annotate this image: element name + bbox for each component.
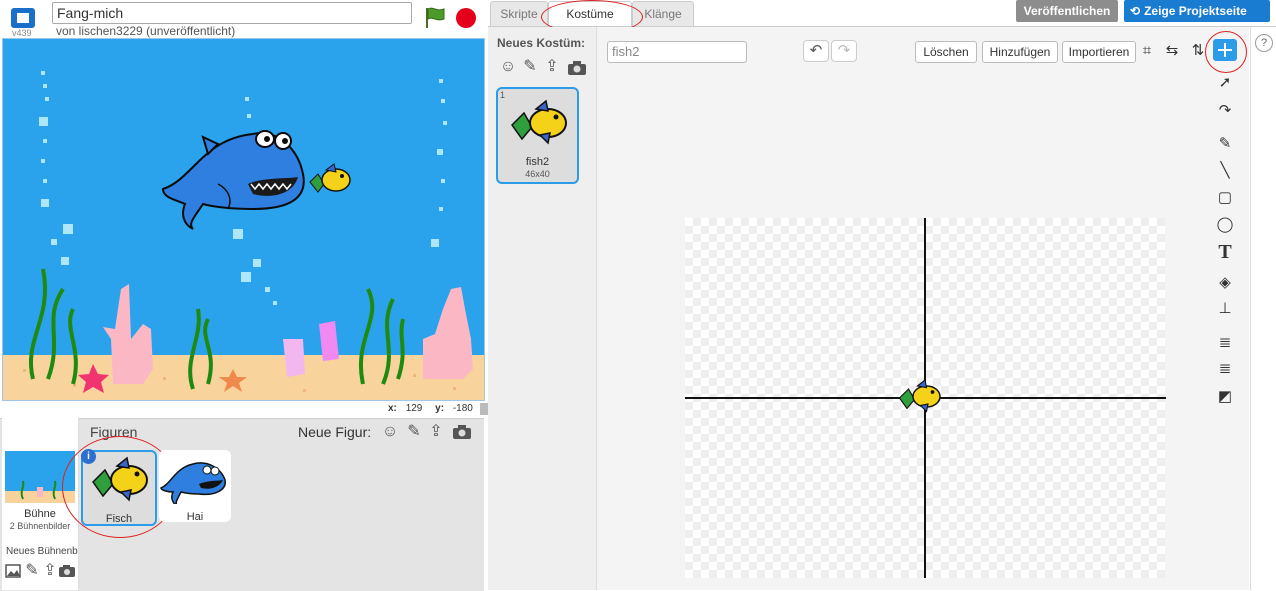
y-label: y: <box>435 403 445 414</box>
y-value: -180 <box>452 403 473 414</box>
new-backdrop-label: Neues Bühnenbild <box>6 546 78 557</box>
rectangle-tool-icon[interactable]: ▢ <box>1213 187 1237 209</box>
upload-costume-icon[interactable]: ⇪ <box>542 57 562 77</box>
project-byline: von lischen3229 (unveröffentlicht) <box>56 24 236 38</box>
fill-tool-icon[interactable]: ◈ <box>1213 272 1237 294</box>
help-icon[interactable]: ? <box>1255 34 1273 52</box>
tab-scripts[interactable]: Skripte <box>490 1 548 26</box>
stage-label: Bühne <box>24 508 56 520</box>
paint-backdrop-icon[interactable]: ✎ <box>22 561 42 581</box>
redo-button[interactable]: ↷ <box>831 40 857 62</box>
x-value: 129 <box>405 403 423 414</box>
highlight-ring-center <box>1205 31 1247 73</box>
fish-costume-icon <box>511 99 567 145</box>
camera-costume-icon[interactable] <box>567 60 587 76</box>
backdrop-library-icon[interactable] <box>5 564 21 578</box>
select-tool-icon[interactable]: ➚ <box>1213 72 1237 94</box>
pencil-tool-icon[interactable]: ✎ <box>1213 133 1237 155</box>
costume-name: fish2 <box>525 156 550 168</box>
stage-size-toggle[interactable] <box>480 403 488 415</box>
add-button[interactable]: Hinzufügen <box>982 41 1058 63</box>
bring-forward-icon[interactable]: ≣ <box>1213 332 1237 354</box>
sprite-library-icon[interactable]: ☺ <box>380 422 400 442</box>
costume-number: 1 <box>500 90 506 100</box>
project-page-label: Zeige Projektseite <box>1144 4 1247 18</box>
undo-button[interactable]: ↶ <box>803 40 829 62</box>
shark-sprite-icon <box>160 462 226 509</box>
x-label: x: <box>388 403 397 414</box>
line-tool-icon[interactable]: ╲ <box>1213 160 1237 182</box>
flip-horizontal-icon[interactable]: ⇆ <box>1160 40 1184 62</box>
project-page-button[interactable]: ⟲ Zeige Projektseite <box>1124 0 1270 22</box>
reshape-tool-icon[interactable]: ↷ <box>1213 100 1237 122</box>
paint-sprite-icon[interactable]: ✎ <box>404 422 424 442</box>
ellipse-tool-icon[interactable]: ◯ <box>1213 214 1237 236</box>
publish-button[interactable]: Veröffentlichen <box>1016 0 1118 22</box>
clear-button[interactable]: Löschen <box>915 41 977 63</box>
ungroup-icon[interactable]: ◩ <box>1213 386 1237 408</box>
panel-divider <box>1250 27 1251 590</box>
sprite-tile-hai[interactable]: Hai <box>159 450 231 523</box>
stamp-tool-icon[interactable]: ⊥ <box>1213 298 1237 320</box>
upload-sprite-icon[interactable]: ⇪ <box>426 422 446 442</box>
sprite-name-hai: Hai <box>186 511 204 523</box>
stage[interactable] <box>2 38 485 401</box>
green-flag-icon[interactable] <box>424 6 446 30</box>
paint-costume-icon[interactable]: ✎ <box>520 57 540 77</box>
fish-canvas-icon <box>898 378 941 413</box>
text-tool-icon[interactable]: T <box>1213 241 1237 263</box>
mouse-coordinates: x: 129 y: -180 <box>388 403 473 414</box>
new-sprite-label: Neue Figur: <box>298 424 372 440</box>
camera-backdrop-icon[interactable] <box>58 564 76 578</box>
costume-name-input[interactable]: fish2 <box>607 41 747 63</box>
upload-backdrop-icon[interactable]: ⇪ <box>40 561 60 581</box>
project-title-input[interactable]: Fang-mich <box>52 2 412 24</box>
stage-scene <box>3 71 484 400</box>
backdrop-count: 2 Bühnenbilder <box>9 521 71 531</box>
import-button[interactable]: Importieren <box>1062 41 1136 63</box>
fullscreen-button[interactable] <box>11 8 35 28</box>
stop-button[interactable] <box>456 8 476 28</box>
crop-icon[interactable]: ⌗ <box>1135 40 1159 62</box>
send-backward-icon[interactable]: ≣ <box>1213 358 1237 380</box>
new-costume-label: Neues Kostüm: <box>497 36 586 50</box>
costume-size: 46x40 <box>525 169 550 179</box>
costume-library-icon[interactable]: ☺ <box>498 57 518 77</box>
camera-sprite-icon[interactable] <box>452 424 472 440</box>
version-label: v439 <box>12 28 32 38</box>
refresh-icon: ⟲ <box>1130 4 1141 18</box>
